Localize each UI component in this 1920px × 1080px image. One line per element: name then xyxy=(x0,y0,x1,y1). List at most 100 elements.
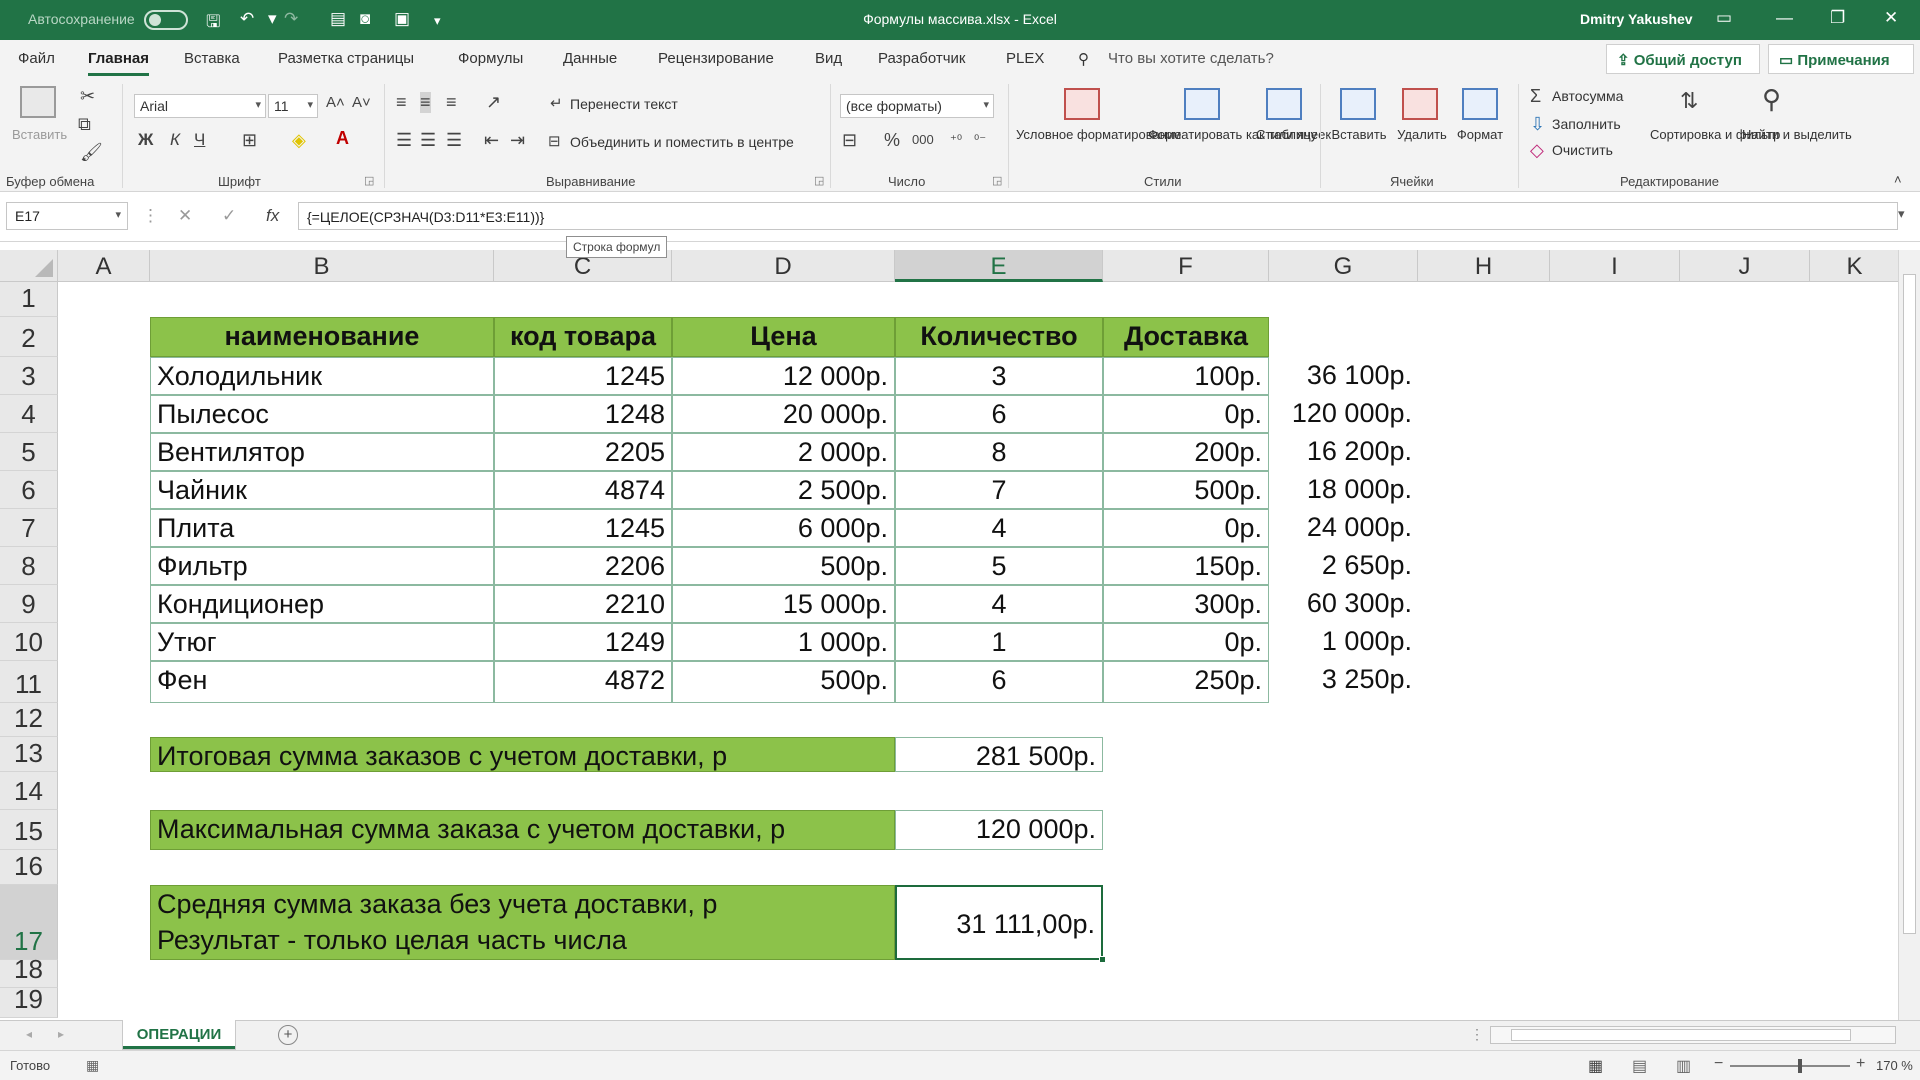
cell-delivery[interactable]: 0р. xyxy=(1103,395,1269,433)
cell-code[interactable]: 1245 xyxy=(494,509,672,547)
align-left-icon[interactable]: ☰ xyxy=(396,130,412,151)
decrease-font-icon[interactable]: A˅ xyxy=(352,94,371,111)
row-header-14[interactable]: 14 xyxy=(0,772,58,810)
zoom-level[interactable]: 170 % xyxy=(1876,1058,1913,1073)
format-as-table-button[interactable]: Форматировать как таблицу xyxy=(1148,126,1317,144)
header-price[interactable]: Цена xyxy=(672,317,895,357)
tab-home[interactable]: Главная xyxy=(88,50,150,76)
align-right-icon[interactable]: ☰ xyxy=(446,130,462,151)
wrap-text-button[interactable]: Перенести текст xyxy=(570,96,678,112)
insert-function-icon[interactable]: fx xyxy=(266,206,279,226)
row-header-16[interactable]: 16 xyxy=(0,850,58,885)
tab-plex[interactable]: PLEX xyxy=(1006,50,1044,67)
cell-quantity[interactable]: 1 xyxy=(895,623,1103,661)
cell-delivery[interactable]: 150р. xyxy=(1103,547,1269,585)
notes-button[interactable]: ▭ Примечания xyxy=(1768,44,1914,74)
delete-cells-button[interactable]: Удалить xyxy=(1392,126,1452,144)
column-header-e[interactable]: E xyxy=(895,250,1103,282)
restore-icon[interactable]: ❐ xyxy=(1830,8,1845,28)
normal-view-icon[interactable]: ▦ xyxy=(1588,1056,1603,1076)
cell-price[interactable]: 6 000р. xyxy=(672,509,895,547)
insert-cells-icon[interactable] xyxy=(1340,88,1376,120)
cell-quantity[interactable]: 4 xyxy=(895,585,1103,623)
increase-font-icon[interactable]: A˄ xyxy=(326,94,345,111)
total-sum-label[interactable]: Итоговая сумма заказов с учетом доставки… xyxy=(150,737,895,772)
column-header-d[interactable]: D xyxy=(672,250,895,282)
cell-delivery[interactable]: 200р. xyxy=(1103,433,1269,471)
add-sheet-icon[interactable]: + xyxy=(278,1025,298,1045)
zoom-out-icon[interactable]: − xyxy=(1714,1055,1723,1073)
column-header-g[interactable]: G xyxy=(1269,250,1418,282)
paste-icon[interactable] xyxy=(20,86,56,118)
cell-delivery[interactable]: 500р. xyxy=(1103,471,1269,509)
row-header-7[interactable]: 7 xyxy=(0,509,58,547)
cell-quantity[interactable]: 6 xyxy=(895,661,1103,703)
cell-code[interactable]: 4874 xyxy=(494,471,672,509)
cell-quantity[interactable]: 4 xyxy=(895,509,1103,547)
percent-icon[interactable]: % xyxy=(884,130,900,151)
horizontal-scroll-thumb[interactable] xyxy=(1511,1029,1851,1041)
page-layout-view-icon[interactable]: ▤ xyxy=(1632,1056,1647,1076)
merge-center-button[interactable]: Объединить и поместить в центре xyxy=(570,134,794,150)
cancel-icon[interactable]: ✕ xyxy=(178,206,192,226)
align-top-icon[interactable]: ≡ xyxy=(396,92,407,113)
cell-total[interactable]: 1 000р. xyxy=(1269,623,1418,661)
currency-icon[interactable]: ⊟ xyxy=(842,130,857,151)
italic-button[interactable]: К xyxy=(170,130,180,150)
tab-insert[interactable]: Вставка xyxy=(184,50,240,67)
header-name[interactable]: наименование xyxy=(150,317,494,357)
cell-code[interactable]: 1248 xyxy=(494,395,672,433)
number-dialog-launcher-icon[interactable]: ◲ xyxy=(992,174,1002,187)
decrease-decimal-icon[interactable]: ⁰⁻ xyxy=(974,132,986,148)
row-header-19[interactable]: 19 xyxy=(0,984,58,1018)
row-header-2[interactable]: 2 xyxy=(0,317,58,357)
cell-code[interactable]: 1249 xyxy=(494,623,672,661)
row-header-10[interactable]: 10 xyxy=(0,623,58,661)
cell-price[interactable]: 12 000р. xyxy=(672,357,895,395)
tab-file[interactable]: Файл xyxy=(18,50,55,67)
align-bottom-icon[interactable]: ≡ xyxy=(446,92,457,113)
format-painter-icon[interactable]: 🖌 xyxy=(80,142,103,163)
cell-delivery[interactable]: 0р. xyxy=(1103,509,1269,547)
expand-formula-bar-icon[interactable]: ▾ xyxy=(1898,206,1905,222)
cell-total[interactable]: 2 650р. xyxy=(1269,547,1418,585)
total-sum-value[interactable]: 281 500р. xyxy=(895,737,1103,772)
cell-name[interactable]: Утюг xyxy=(150,623,494,661)
align-middle-icon[interactable]: ≡ xyxy=(420,92,431,113)
format-cells-icon[interactable] xyxy=(1462,88,1498,120)
find-select-button[interactable]: Найти и выделить xyxy=(1742,126,1852,144)
bold-button[interactable]: Ж xyxy=(138,130,153,150)
font-name-combo[interactable]: Arial xyxy=(134,94,266,118)
cell-delivery[interactable]: 0р. xyxy=(1103,623,1269,661)
cell-code[interactable]: 1245 xyxy=(494,357,672,395)
ribbon-display-icon[interactable]: ▭ xyxy=(1716,8,1732,28)
next-sheet-icon[interactable]: ▸ xyxy=(58,1027,64,1041)
cell-code[interactable]: 2205 xyxy=(494,433,672,471)
page-break-view-icon[interactable]: ▥ xyxy=(1676,1056,1691,1076)
header-code[interactable]: код товара xyxy=(494,317,672,357)
row-header-4[interactable]: 4 xyxy=(0,395,58,433)
format-as-table-icon[interactable] xyxy=(1184,88,1220,120)
increase-indent-icon[interactable]: ⇥ xyxy=(510,130,525,151)
tab-developer[interactable]: Разработчик xyxy=(878,50,965,67)
tab-review[interactable]: Рецензирование xyxy=(658,50,774,67)
sort-filter-button[interactable]: Сортировка и фильтр xyxy=(1650,126,1780,144)
cell-total[interactable]: 24 000р. xyxy=(1269,509,1418,547)
macro-record-icon[interactable]: ▦ xyxy=(86,1057,99,1074)
tab-formulas[interactable]: Формулы xyxy=(458,50,523,67)
orientation-icon[interactable]: ↗ xyxy=(486,92,501,113)
row-header-9[interactable]: 9 xyxy=(0,585,58,623)
cell-total[interactable]: 3 250р. xyxy=(1269,661,1418,703)
collapse-ribbon-icon[interactable]: ˄ xyxy=(1894,172,1902,187)
cell-price[interactable]: 500р. xyxy=(672,547,895,585)
cell-name[interactable]: Кондиционер xyxy=(150,585,494,623)
row-header-3[interactable]: 3 xyxy=(0,357,58,395)
cell-price[interactable]: 500р. xyxy=(672,661,895,703)
cell-total[interactable]: 16 200р. xyxy=(1269,433,1418,471)
cell-price[interactable]: 2 500р. xyxy=(672,471,895,509)
fill-button[interactable]: Заполнить xyxy=(1552,116,1621,132)
tell-me-input[interactable]: Что вы хотите сделать? xyxy=(1108,50,1274,67)
tab-data[interactable]: Данные xyxy=(563,50,617,67)
column-header-b[interactable]: B xyxy=(150,250,494,282)
autosum-button[interactable]: Автосумма xyxy=(1552,88,1623,104)
